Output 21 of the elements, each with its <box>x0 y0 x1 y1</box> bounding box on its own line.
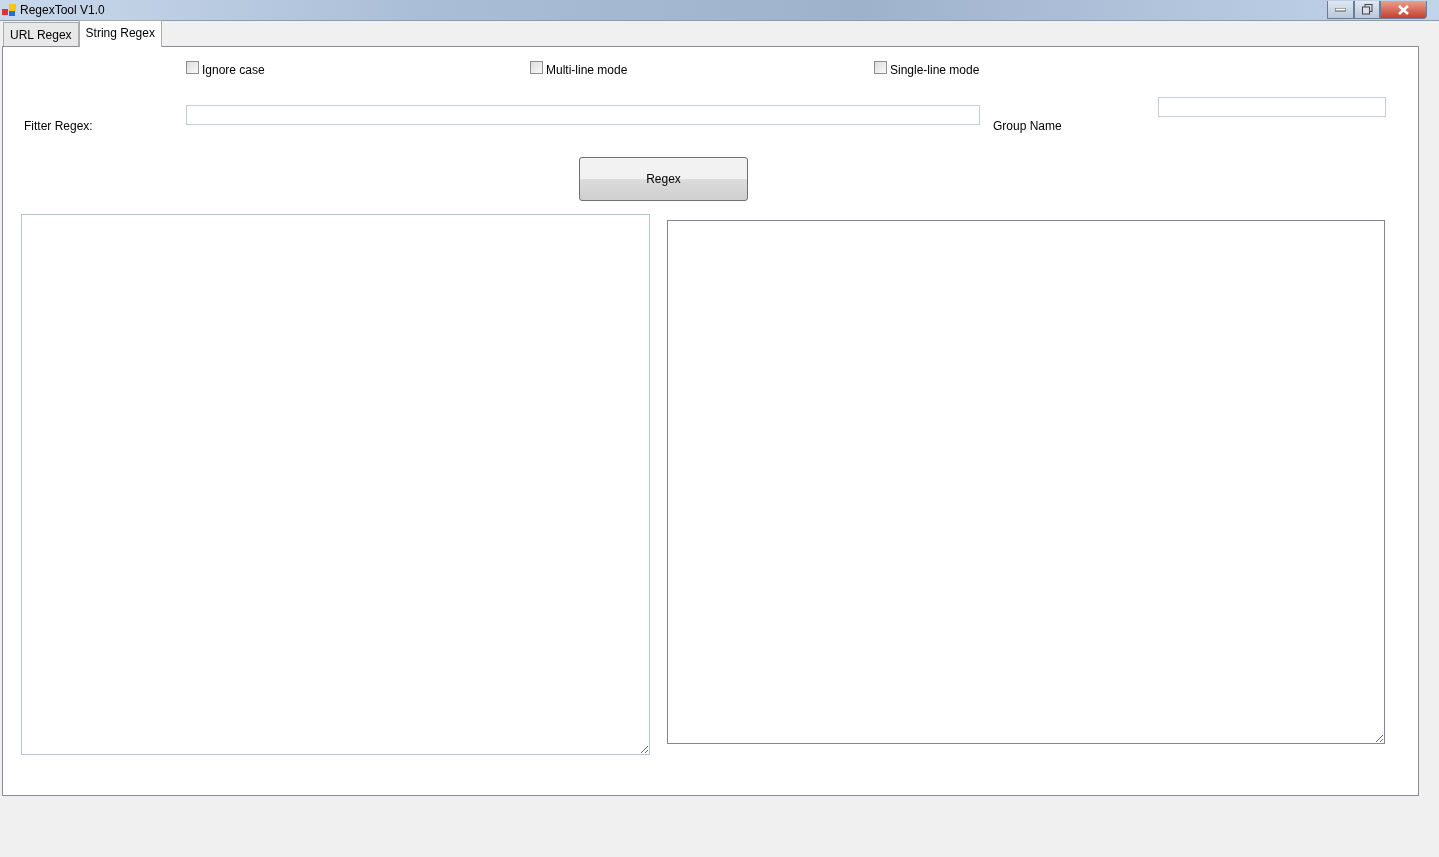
tab[interactable]: URL Regex <box>3 22 79 46</box>
checkbox-label[interactable]: Multi-line mode <box>546 61 628 79</box>
restore-icon <box>1361 4 1373 15</box>
checkbox-label[interactable]: Ignore case <box>202 61 265 79</box>
tab[interactable]: String Regex <box>78 20 162 47</box>
restore-button[interactable] <box>1354 1 1380 19</box>
close-icon <box>1398 4 1409 15</box>
window-title: RegexTool V1.0 <box>19 2 105 19</box>
checkbox[interactable] <box>530 61 543 74</box>
field-label: Group Name <box>993 118 1063 135</box>
field-label: Fitter Regex: <box>24 118 94 135</box>
checkbox[interactable] <box>874 61 887 74</box>
checkbox[interactable] <box>186 61 199 74</box>
input-field[interactable] <box>186 105 980 125</box>
minimize-icon <box>1335 7 1346 12</box>
app-icon <box>2 3 16 17</box>
regex-button[interactable]: Regex <box>579 157 748 201</box>
input-field[interactable] <box>1158 97 1386 117</box>
close-button[interactable] <box>1380 1 1427 19</box>
minimize-button[interactable] <box>1327 1 1354 19</box>
checkbox-label[interactable]: Single-line mode <box>890 61 980 79</box>
